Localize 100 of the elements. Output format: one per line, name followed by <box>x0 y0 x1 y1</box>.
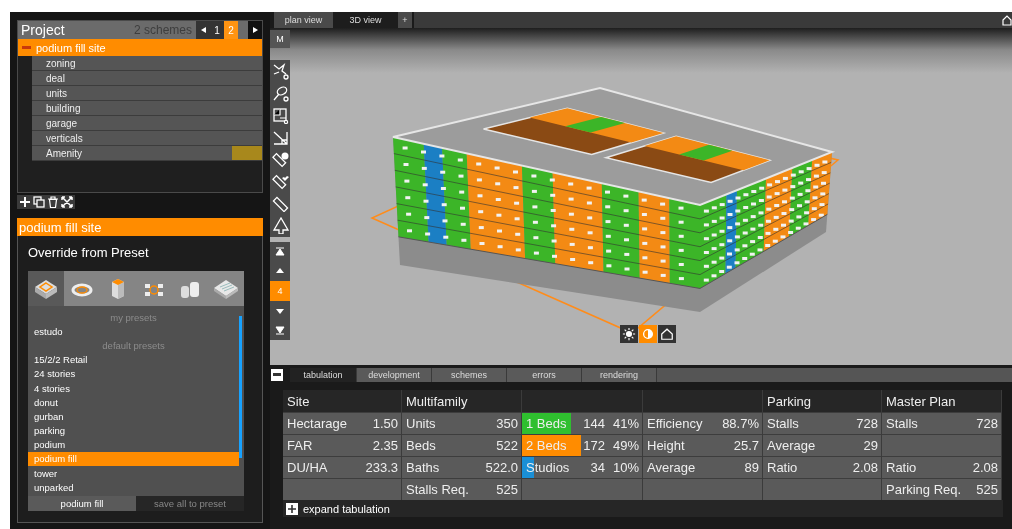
minus-icon <box>273 373 281 377</box>
unit-type-label: 2 Beds <box>526 438 568 453</box>
next-button[interactable] <box>248 21 262 39</box>
metric-value: 2.35 <box>372 438 398 453</box>
view-mode-button[interactable] <box>620 325 638 343</box>
trash-icon[interactable] <box>47 196 59 208</box>
tree-item[interactable]: zoning <box>32 56 262 71</box>
metric-value: 2.08 <box>852 460 878 475</box>
preset-item[interactable]: 24 stories <box>28 366 239 381</box>
tree-item[interactable]: verticals <box>32 131 262 146</box>
add-icon[interactable] <box>19 196 31 208</box>
metric-label: Beds <box>406 438 437 453</box>
metric-value: 525 <box>976 482 998 497</box>
metric-label: Average <box>767 438 817 453</box>
view-mode-button[interactable] <box>658 325 676 343</box>
metric-label: Baths <box>406 460 441 475</box>
metric-label: Units <box>406 416 437 431</box>
metric-label: Stalls <box>886 416 919 431</box>
preset-item[interactable]: donut <box>28 395 239 410</box>
previous-button[interactable] <box>196 21 210 39</box>
panel-tab[interactable]: errors <box>507 368 582 382</box>
collapse-button[interactable] <box>271 369 283 381</box>
unit-count: 144 <box>582 416 605 431</box>
metric-value: 88.7% <box>722 416 759 431</box>
panel-tab[interactable]: development <box>357 368 432 382</box>
metric-value: 522 <box>496 438 518 453</box>
preset-type-tab[interactable] <box>28 271 64 306</box>
unit-count: 172 <box>582 438 605 453</box>
metric-label: Average <box>647 460 697 475</box>
unit-percent: 49% <box>611 438 639 453</box>
view-tab[interactable]: + <box>398 12 412 28</box>
panel-tab[interactable]: rendering <box>582 368 657 382</box>
unit-percent: 41% <box>611 416 639 431</box>
preset-item[interactable]: parking <box>28 423 239 438</box>
metric-value: 25.7 <box>733 438 759 453</box>
metric-value: 525 <box>496 482 518 497</box>
expand-label: expand tabulation <box>303 502 390 515</box>
lasso-node-icon[interactable] <box>271 84 289 102</box>
skip-down-icon[interactable] <box>274 324 286 337</box>
metric-label: DU/HA <box>287 460 329 475</box>
metric-value: 89 <box>744 460 759 475</box>
metric-label: Hectarage <box>287 416 348 431</box>
ruler-heart-icon[interactable] <box>271 173 289 191</box>
section-heading: Override from Preset <box>28 245 150 261</box>
metric-label: Stalls Req. <box>406 482 470 497</box>
save-button[interactable]: save all to preset <box>136 496 244 511</box>
unit-count: 34 <box>589 460 605 475</box>
contrast-icon <box>641 327 655 341</box>
page-button[interactable]: 1 <box>210 21 224 39</box>
floor-plan-icon[interactable] <box>271 106 289 124</box>
section-heading: Master Plan <box>882 390 1001 412</box>
metric-value: 29 <box>863 438 878 453</box>
plus-icon <box>288 504 296 513</box>
metric-label: FAR <box>287 438 314 453</box>
copy-icon[interactable] <box>33 196 45 208</box>
expand-icon[interactable] <box>61 196 73 208</box>
tree-item[interactable]: building <box>32 101 262 116</box>
metric-value: 350 <box>496 416 518 431</box>
panel-title: Project <box>21 22 66 38</box>
metric-value: 522.0 <box>485 460 518 475</box>
tree-icon[interactable] <box>271 217 289 235</box>
section-heading: Site <box>283 390 401 412</box>
preset-item[interactable]: gurban <box>28 409 239 424</box>
preset-item[interactable]: 15/2/2 Retail <box>28 352 239 367</box>
section-heading: Parking <box>763 390 881 412</box>
metric-label: Parking Req. <box>886 482 963 497</box>
scrollbar[interactable] <box>239 316 242 458</box>
home-icon[interactable] <box>1002 14 1012 26</box>
tree-item[interactable]: deal <box>32 71 262 86</box>
panel-tab[interactable]: tabulation <box>290 368 357 382</box>
floor-number: 4 <box>270 281 290 301</box>
metric-label: Ratio <box>767 460 799 475</box>
panel-tab[interactable]: schemes <box>432 368 507 382</box>
preset-item[interactable]: tower <box>28 466 239 481</box>
metric-value: 728 <box>856 416 878 431</box>
preset-item[interactable]: estudo <box>28 324 239 339</box>
unit-type-label: 1 Beds <box>526 416 568 431</box>
tree-item[interactable]: Amenity <box>32 146 262 161</box>
home-icon <box>660 327 674 341</box>
metric-label: Efficiency <box>647 416 704 431</box>
view-tab[interactable]: plan view <box>274 12 333 28</box>
metric-label: Stalls <box>767 416 800 431</box>
panel-title: podium fill site <box>17 218 263 236</box>
preset-item[interactable]: podium <box>28 437 239 452</box>
metric-label: Height <box>647 438 686 453</box>
tree-item[interactable]: garage <box>32 116 262 131</box>
preset-item[interactable]: 4 stories <box>28 380 239 396</box>
mode-button[interactable]: M <box>270 30 290 48</box>
expand-button[interactable] <box>286 502 298 515</box>
metric-value: 2.08 <box>972 460 998 475</box>
skip-up-icon[interactable] <box>274 245 286 258</box>
ruler-icon[interactable] <box>271 195 289 213</box>
star-node-icon[interactable] <box>271 62 289 80</box>
metric-value: 1.50 <box>372 416 398 431</box>
metric-value: 728 <box>976 416 998 431</box>
unit-percent: 10% <box>611 460 639 475</box>
tree-item[interactable]: units <box>32 86 262 101</box>
section-heading: Multifamily <box>402 390 521 412</box>
sun-icon <box>622 327 636 341</box>
preset-item[interactable]: unparked <box>28 480 239 495</box>
